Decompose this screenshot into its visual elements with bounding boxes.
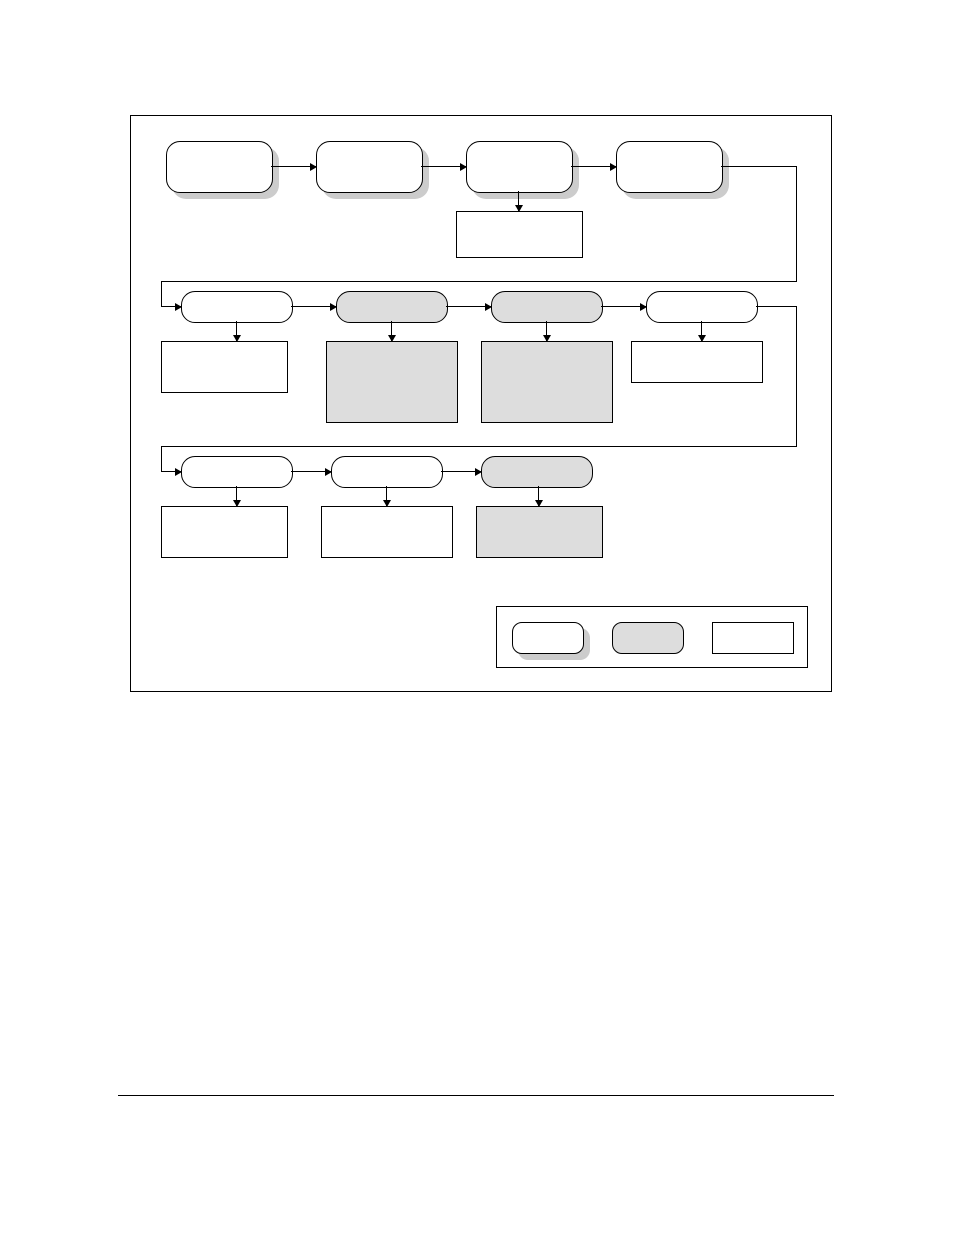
row2-node-1 [181, 291, 293, 323]
row1-node-2 [316, 141, 423, 193]
wrap2-h-top [756, 306, 796, 307]
row2-square-4 [631, 341, 763, 383]
legend-square [712, 622, 794, 654]
row2-square-1 [161, 341, 288, 393]
arrow-r2-n3-down [546, 321, 547, 341]
wrap1-h-top [721, 166, 796, 167]
page [0, 0, 954, 1235]
wrap1-v-left [161, 281, 162, 306]
arrow-r2-2-3 [446, 306, 491, 307]
row3-node-2 [331, 456, 443, 488]
arrow-r2-1-2 [291, 306, 336, 307]
arrow-r1-1-2 [271, 166, 316, 167]
wrap1-h-bottom [161, 281, 797, 282]
arrow-r3-1-2 [291, 471, 331, 472]
row1-node-1 [166, 141, 273, 193]
row3-node-3 [481, 456, 593, 488]
arrow-r2-n2-down [391, 321, 392, 341]
wrap2-h-bottom [161, 446, 797, 447]
row2-square-3 [481, 341, 613, 423]
arrow-r2-3-4 [601, 306, 646, 307]
arrow-r3-n3-down [538, 486, 539, 506]
arrow-r2-n1-down [236, 321, 237, 341]
diagram-frame [130, 115, 832, 692]
footer-rule [118, 1095, 834, 1096]
legend-rounded-shadow [512, 622, 584, 654]
wrap1-v-right [796, 166, 797, 281]
row1-node-3 [466, 141, 573, 193]
arrow-r1-3-4 [571, 166, 616, 167]
arrow-r1-n3-down [518, 191, 519, 211]
row1-square-below-n3 [456, 211, 583, 258]
arrow-r1-2-3 [421, 166, 466, 167]
row3-square-2 [321, 506, 453, 558]
row1-node-4 [616, 141, 723, 193]
wrap1-arrow-in [161, 306, 181, 307]
arrow-r3-n1-down [236, 486, 237, 506]
row2-node-4 [646, 291, 758, 323]
arrow-r2-n4-down [701, 321, 702, 341]
arrow-r3-n2-down [386, 486, 387, 506]
row2-node-3 [491, 291, 603, 323]
wrap2-arrow-in [161, 471, 181, 472]
wrap2-v-left [161, 446, 162, 471]
legend-rounded-gray [612, 622, 684, 654]
wrap2-v-right [796, 306, 797, 446]
arrow-r3-2-3 [441, 471, 481, 472]
row3-square-3 [476, 506, 603, 558]
row2-square-2 [326, 341, 458, 423]
row3-node-1 [181, 456, 293, 488]
row3-square-1 [161, 506, 288, 558]
legend-box [496, 606, 808, 668]
row2-node-2 [336, 291, 448, 323]
